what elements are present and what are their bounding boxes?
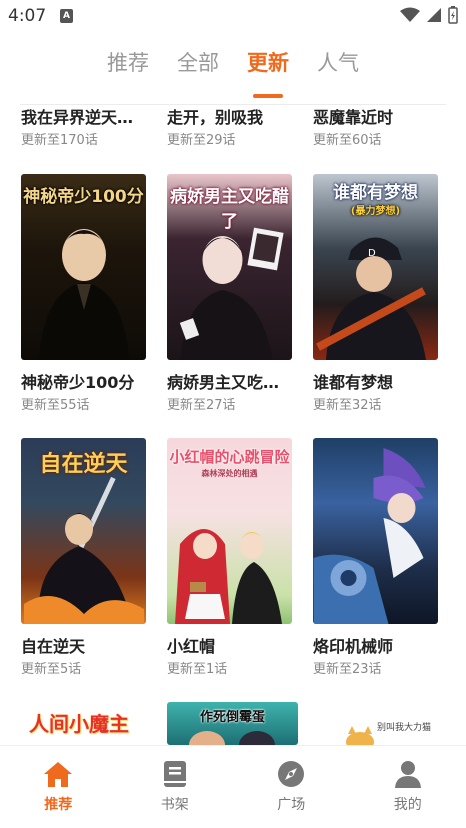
comic-title: 烙印机械师 [313, 637, 394, 656]
comic-update: 更新至32话 [313, 398, 382, 413]
comic-title: 小红帽 [167, 637, 216, 656]
nav-plaza[interactable]: 广场 [233, 746, 350, 828]
cover-title: 别叫我大力猫 [377, 723, 432, 733]
comic-title: 神秘帝少100分 [21, 373, 135, 392]
cover-title: 小红帽的心跳冒险 [169, 448, 290, 466]
cover-title: 谁都有梦想 [333, 183, 418, 203]
comic-update: 更新至170话 [21, 133, 98, 148]
comic-card[interactable]: 神秘帝少100分 神秘帝少100分 更新至55话 [21, 174, 146, 416]
book-icon [163, 761, 186, 787]
comic-cover[interactable]: 别叫我大力猫 [313, 702, 453, 745]
cover-illustration [179, 227, 284, 360]
comic-card[interactable]: 走开，别吸我 更新至29话 [167, 107, 292, 151]
comic-cover[interactable]: 神秘帝少100分 [21, 174, 146, 360]
comic-update: 更新至27话 [167, 398, 236, 413]
comic-title: 恶魔靠近时 [313, 108, 394, 127]
comic-update: 更新至55话 [21, 398, 90, 413]
cover-illustration [23, 476, 144, 624]
tab-recommend[interactable]: 推荐 [93, 44, 163, 92]
user-icon [394, 761, 421, 788]
comic-update: 更新至29话 [167, 133, 236, 148]
tab-all[interactable]: 全部 [163, 44, 233, 92]
comic-card[interactable]: 恶魔靠近时 更新至60话 [313, 107, 438, 151]
cover-title: 人间小魔主 [29, 712, 129, 736]
cover-illustration: D [315, 237, 426, 360]
comic-grid: 我在异界逆天… 更新至170话 走开，别吸我 更新至29话 恶魔靠近时 更新至6… [0, 105, 466, 745]
comic-card[interactable]: 自在逆天 自在逆天 更新至5话 [21, 438, 146, 680]
comic-card[interactable]: 谁都有梦想 (暴力梦想) D 谁都有梦想 更新至32话 [313, 174, 438, 416]
comic-update: 更新至5话 [21, 662, 82, 677]
tab-update[interactable]: 更新 [233, 44, 303, 92]
comic-cover[interactable]: 人间小魔主 [21, 702, 146, 745]
cover-title: 神秘帝少100分 [23, 187, 144, 207]
cover-illustration [313, 448, 425, 624]
comic-title: 走开，别吸我 [167, 108, 264, 127]
status-bar: 4:07 A [0, 0, 466, 32]
cover-illustration [38, 229, 129, 360]
nav-mine[interactable]: 我的 [350, 746, 466, 828]
nav-recommend[interactable]: 推荐 [0, 746, 117, 828]
compass-icon [278, 761, 305, 787]
battery-icon [448, 6, 458, 24]
comic-cover[interactable]: 谁都有梦想 (暴力梦想) D [313, 174, 438, 360]
comic-card[interactable]: 我在异界逆天… 更新至170话 [21, 107, 146, 151]
comic-update: 更新至60话 [313, 133, 382, 148]
comic-cover[interactable]: 病娇男主又吃醋了 [167, 174, 292, 360]
nav-label: 书架 [160, 797, 189, 813]
comic-update: 更新至1话 [167, 662, 228, 677]
wifi-icon [400, 7, 420, 22]
comic-cover[interactable]: 作死倒霉蛋 [167, 702, 298, 745]
comic-card[interactable]: 病娇男主又吃醋了 病娇男主又吃… 更新至27话 [167, 174, 292, 416]
cover-subtitle: (暴力梦想) [350, 206, 401, 217]
comic-card[interactable]: 烙印机械师 更新至23话 [313, 438, 438, 680]
notification-icon: A [60, 9, 73, 23]
comic-title: 我在异界逆天… [21, 108, 134, 127]
cover-illustration [174, 529, 282, 624]
nav-label: 广场 [277, 797, 306, 813]
top-tabs: 推荐 全部 更新 人气 [0, 44, 466, 92]
cover-subtitle: 森林深处的相遇 [201, 469, 258, 478]
nav-bookshelf[interactable]: 书架 [117, 746, 234, 828]
bottom-nav: 推荐 书架 广场 我的 [0, 745, 466, 828]
nav-label: 我的 [393, 797, 422, 813]
comic-card[interactable]: 小红帽的心跳冒险 森林深处的相遇 小红帽 更新至1话 [167, 438, 292, 680]
status-time: 4:07 [8, 6, 47, 26]
cover-illustration [346, 726, 374, 745]
comic-update: 更新至23话 [313, 662, 382, 677]
comic-title: 自在逆天 [21, 637, 86, 656]
cover-illustration [189, 731, 275, 745]
tab-popular[interactable]: 人气 [303, 44, 373, 92]
comic-title: 病娇男主又吃… [167, 373, 280, 392]
comic-cover[interactable] [313, 438, 438, 624]
nav-label: 推荐 [44, 797, 73, 813]
comic-title: 谁都有梦想 [313, 373, 394, 392]
signal-icon [427, 8, 441, 22]
home-icon [44, 762, 73, 787]
comic-cover[interactable]: 小红帽的心跳冒险 森林深处的相遇 [167, 438, 292, 624]
comic-cover[interactable]: 自在逆天 [21, 438, 146, 624]
status-icons [400, 6, 458, 24]
